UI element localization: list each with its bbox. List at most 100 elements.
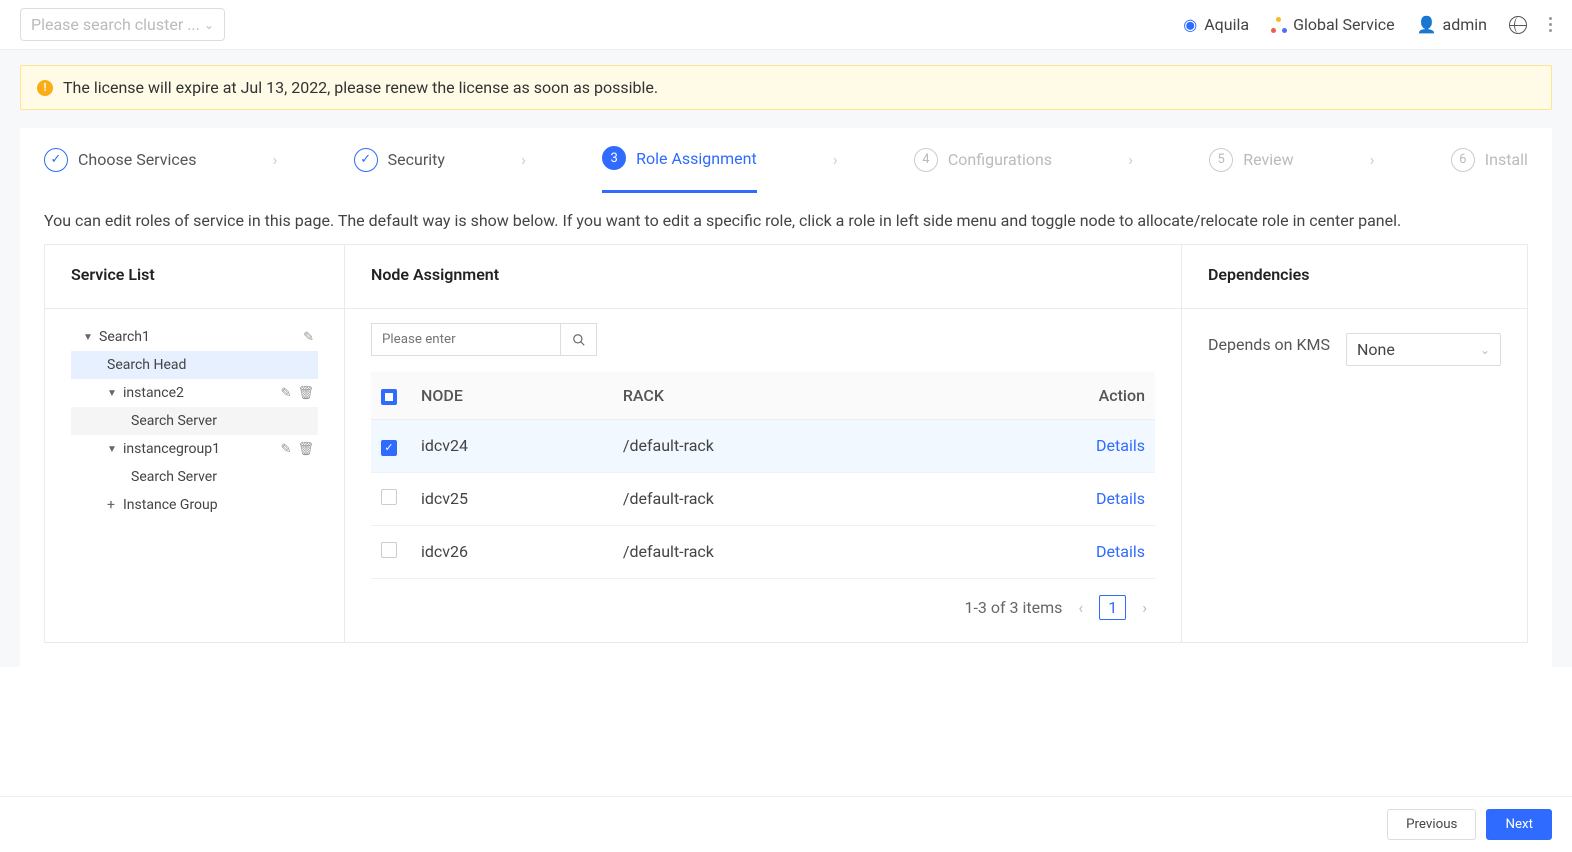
tree-label: Instance Group [123,497,314,513]
step-label: Install [1485,150,1528,169]
page-number[interactable]: 1 [1099,595,1126,620]
tree-label: Search Head [107,357,314,373]
tree-item-search-server-2[interactable]: Search Server [71,463,318,491]
cluster-search-placeholder: Please search cluster ... [31,15,204,34]
wizard-steps: ✓ Choose Services › ✓ Security › 3 Role … [20,128,1552,193]
table-row: idcv25 /default-rack Details [371,472,1155,525]
aquila-label: Aquila [1204,15,1249,34]
col-rack: RACK [613,372,947,420]
cell-node: idcv24 [411,420,613,473]
tree-label: instancegroup1 [123,441,275,457]
chevron-right-icon: › [1128,150,1133,189]
cell-rack: /default-rack [613,420,947,473]
tree-item-add-instance-group[interactable]: + Instance Group [71,491,318,519]
cell-node: idcv25 [411,472,613,525]
page-next-button[interactable]: › [1138,598,1151,617]
tree-label: Search Server [131,413,314,429]
delete-icon[interactable]: 🗑 [297,386,314,401]
edit-icon[interactable]: ✎ [281,442,292,457]
edit-icon[interactable]: ✎ [281,386,292,401]
details-link[interactable]: Details [1096,542,1145,561]
node-search-input[interactable] [371,323,561,356]
cell-node: idcv26 [411,525,613,578]
user-icon: 👤 [1417,15,1437,34]
warning-icon: ! [37,80,53,96]
more-menu-button[interactable] [1549,17,1552,32]
aquila-icon: ◉ [1182,17,1198,33]
cell-rack: /default-rack [613,472,947,525]
aquila-link[interactable]: ◉ Aquila [1182,15,1249,34]
node-assignment-title: Node Assignment [371,265,1155,284]
global-service-label: Global Service [1293,15,1395,34]
chevron-right-icon: › [1370,150,1375,189]
step-install[interactable]: 6 Install [1451,148,1528,192]
col-action: Action [947,372,1155,420]
paging-text: 1-3 of 3 items [964,598,1062,617]
cell-rack: /default-rack [613,525,947,578]
caret-down-icon: ▼ [107,444,117,455]
step-label: Choose Services [78,150,197,169]
admin-link[interactable]: 👤 admin [1417,15,1487,34]
plus-icon: + [107,497,117,513]
step-role-assignment[interactable]: 3 Role Assignment [602,146,757,193]
step-choose-services[interactable]: ✓ Choose Services [44,148,197,192]
global-service-link[interactable]: Global Service [1271,15,1395,34]
cluster-search-dropdown[interactable]: Please search cluster ... ⌄ [20,8,225,41]
table-row: idcv26 /default-rack Details [371,525,1155,578]
edit-icon[interactable]: ✎ [303,330,314,345]
chevron-down-icon: ⌄ [1480,343,1490,357]
depends-select[interactable]: None ⌄ [1346,333,1501,366]
previous-button[interactable]: Previous [1387,809,1476,840]
language-button[interactable] [1509,16,1527,34]
step-configurations[interactable]: 4 Configurations [914,148,1052,192]
caret-down-icon: ▼ [83,332,93,343]
details-link[interactable]: Details [1096,436,1145,455]
chevron-down-icon: ⌄ [204,18,214,32]
license-alert: ! The license will expire at Jul 13, 202… [20,65,1552,110]
step-label: Role Assignment [636,149,757,168]
admin-label: admin [1443,15,1487,34]
search-icon [572,333,586,347]
row-checkbox[interactable] [381,440,397,456]
global-service-icon [1271,17,1287,33]
chevron-right-icon: › [273,150,278,189]
check-icon: ✓ [44,148,68,172]
tree-label: Search1 [99,329,297,345]
step-number: 4 [914,148,938,172]
tree-item-search-head[interactable]: Search Head [71,351,318,379]
tree-label: instance2 [123,385,275,401]
depends-value: None [1357,340,1395,359]
tree-item-search-server-1[interactable]: Search Server [71,407,318,435]
step-number: 3 [602,146,626,170]
caret-down-icon: ▼ [107,388,117,399]
node-table: NODE RACK Action idcv24 /default-rack De… [371,372,1155,579]
tree-label: Search Server [131,469,314,485]
row-checkbox[interactable] [381,489,397,505]
step-number: 5 [1209,148,1233,172]
page-intro: You can edit roles of service in this pa… [44,211,1528,230]
step-number: 6 [1451,148,1475,172]
step-security[interactable]: ✓ Security [354,148,445,192]
tree-item-search1[interactable]: ▼ Search1 ✎ [71,323,318,351]
tree-item-instance2[interactable]: ▼ instance2 ✎ 🗑 [71,379,318,407]
service-list-title: Service List [71,265,318,284]
row-checkbox[interactable] [381,542,397,558]
dependencies-title: Dependencies [1208,265,1501,284]
next-button[interactable]: Next [1486,809,1552,840]
table-row: idcv24 /default-rack Details [371,420,1155,473]
select-all-checkbox[interactable] [381,389,397,405]
check-icon: ✓ [354,148,378,172]
details-link[interactable]: Details [1096,489,1145,508]
step-review[interactable]: 5 Review [1209,148,1293,192]
step-label: Security [388,150,445,169]
globe-icon [1509,16,1527,34]
delete-icon[interactable]: 🗑 [297,442,314,457]
page-prev-button[interactable]: ‹ [1074,598,1087,617]
search-button[interactable] [561,323,597,356]
chevron-right-icon: › [833,150,838,189]
alert-text: The license will expire at Jul 13, 2022,… [63,78,658,97]
col-node: NODE [411,372,613,420]
chevron-right-icon: › [521,150,526,189]
tree-item-instancegroup1[interactable]: ▼ instancegroup1 ✎ 🗑 [71,435,318,463]
step-label: Configurations [948,150,1052,169]
